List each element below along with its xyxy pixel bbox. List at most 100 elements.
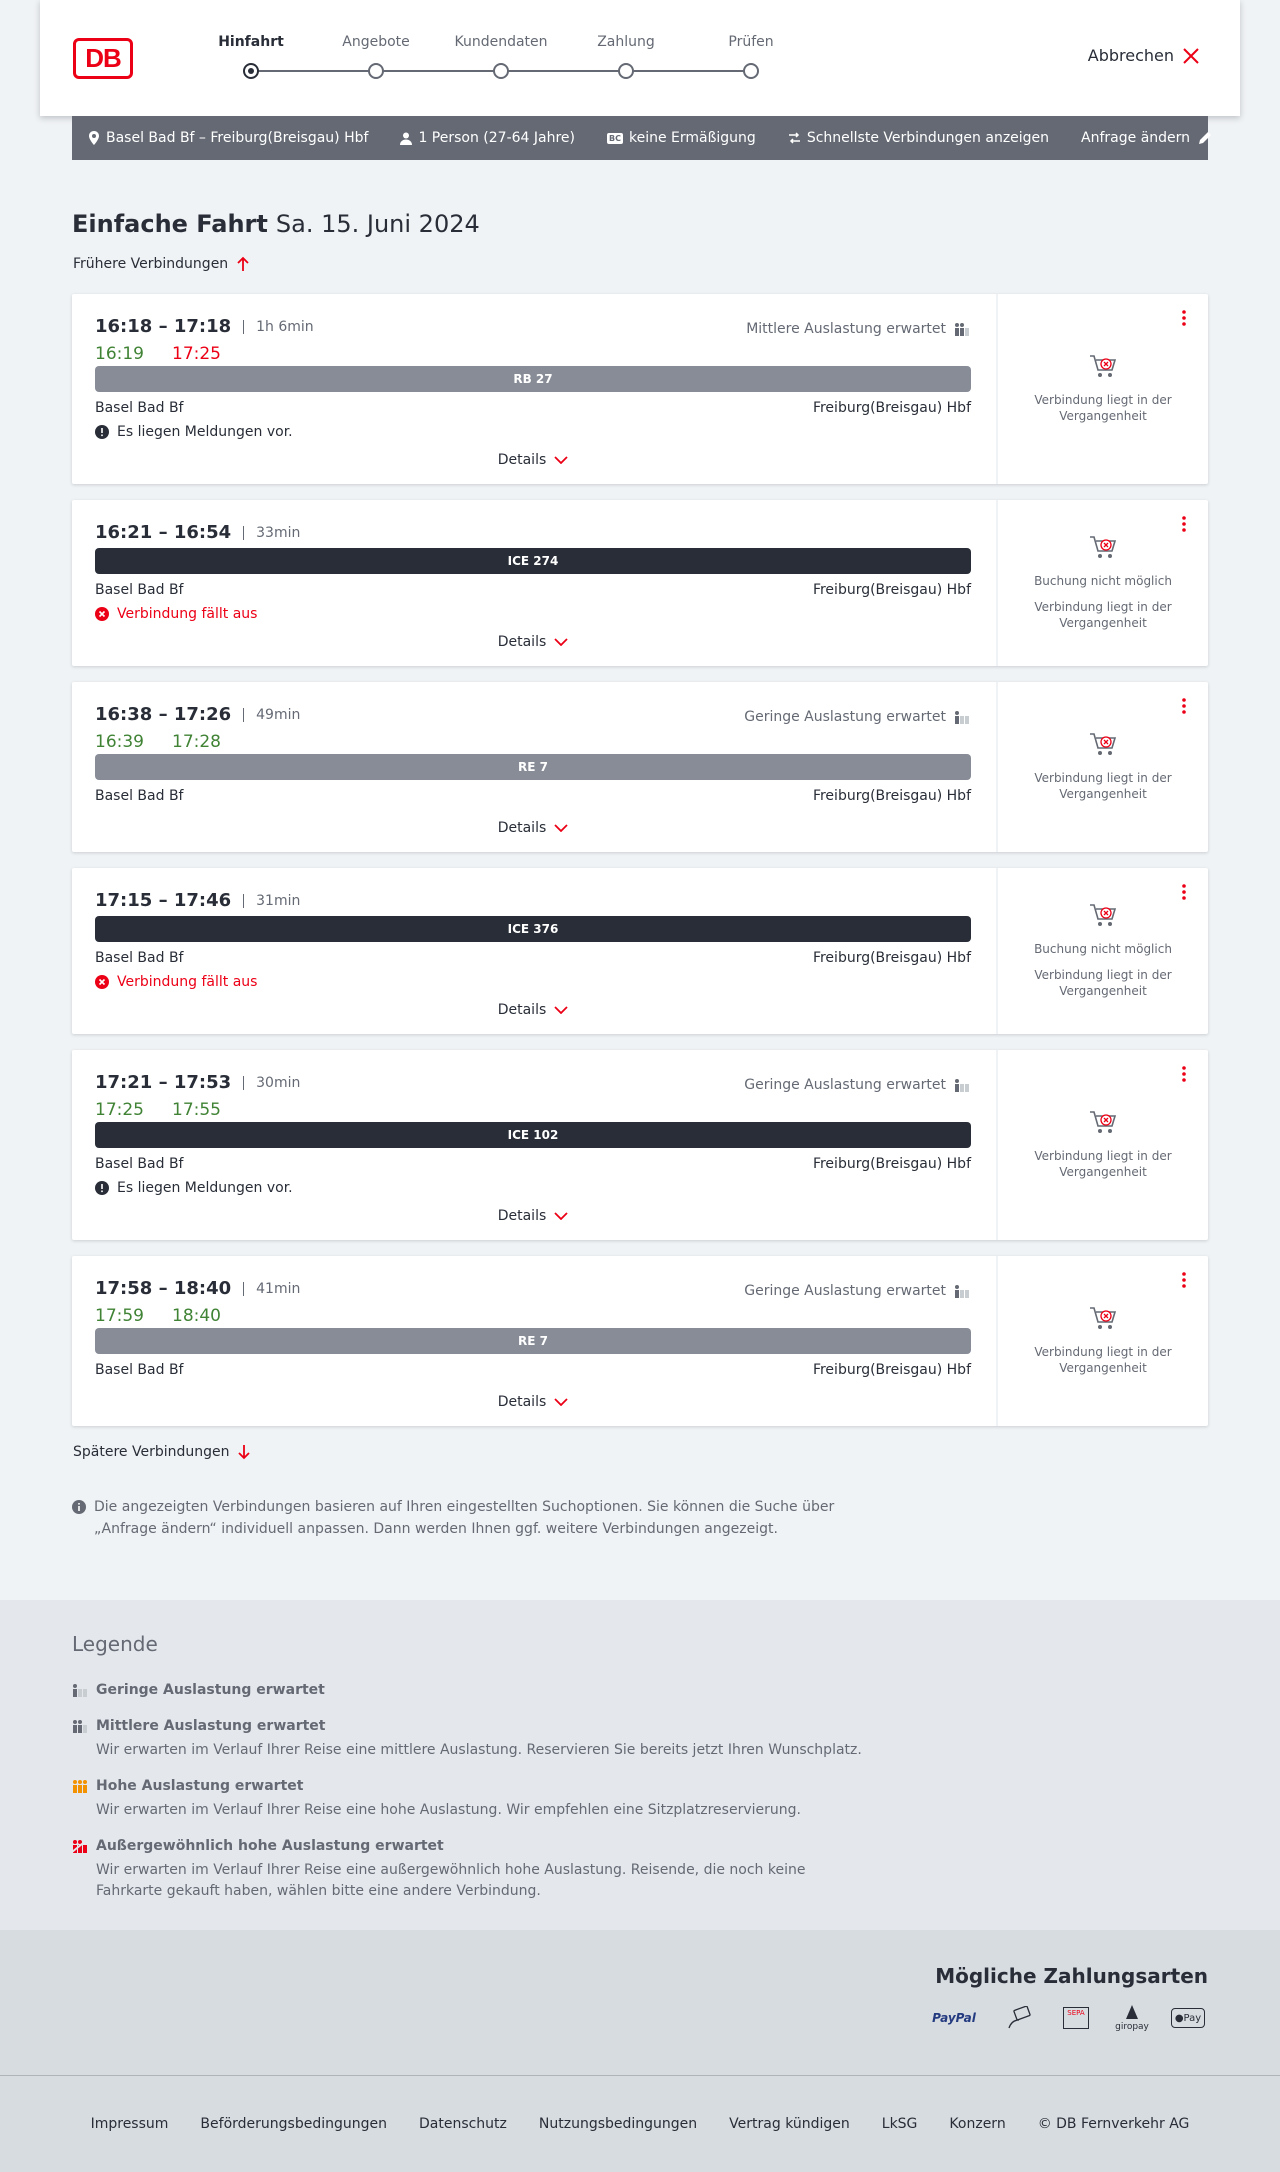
footer-link-lksg[interactable]: LkSG	[882, 2116, 918, 2132]
details-button[interactable]: Details	[72, 452, 994, 468]
chevron-down-icon	[554, 638, 568, 646]
footer-link-vertrag-kuendigen[interactable]: Vertrag kündigen	[729, 2116, 850, 2132]
occupancy: Mittlere Auslastung erwartet	[746, 321, 970, 337]
train-bar[interactable]: ICE 376	[95, 916, 971, 942]
step-dot-angebote	[368, 63, 384, 79]
arrival-station: Freiburg(Breisgau) Hbf	[812, 788, 971, 804]
connection-card[interactable]: 16:38 – 17:26 49min Geringe Auslastung er…	[72, 682, 1208, 852]
cancellation-text: Verbindung fällt aus	[117, 974, 258, 990]
planned-times: 17:58 – 18:40	[95, 1278, 232, 1299]
cart-unavailable-icon	[1090, 355, 1117, 377]
step-zahlung: Zahlung	[597, 34, 655, 50]
details-label: Details	[497, 1208, 547, 1224]
duration: 41min	[243, 1281, 300, 1296]
arrival-station: Freiburg(Breisgau) Hbf	[812, 1156, 971, 1172]
notice-text: Es liegen Meldungen vor.	[117, 424, 293, 440]
connection-main: 16:38 – 17:26 49min Geringe Auslastung er…	[72, 682, 994, 852]
train-bar[interactable]: RE 7	[95, 754, 971, 780]
realtime-departure: 17:25	[95, 1100, 144, 1120]
details-button[interactable]: Details	[72, 820, 994, 836]
legend-item-title: Geringe Auslastung erwartet	[96, 1682, 325, 1698]
connection-times: 16:38 – 17:26 49min	[95, 704, 300, 725]
cancel-button[interactable]: Abbrechen	[1088, 46, 1200, 65]
details-button[interactable]: Details	[72, 1394, 994, 1410]
summary-route: Basel Bad Bf – Freiburg(Breisgau) Hbf	[88, 130, 368, 146]
info-text: Die angezeigten Verbindungen basieren au…	[94, 1499, 835, 1537]
occupancy-high-icon	[73, 1780, 87, 1793]
connection-main: 16:21 – 16:54 33min ICE 274 Basel Bad Bf …	[72, 500, 994, 666]
payment-methods-section: Mögliche Zahlungsarten PayPal SEPA girop…	[0, 1930, 1280, 2076]
train-bar[interactable]: RE 7	[95, 1328, 971, 1354]
change-request-button[interactable]: Anfrage ändern	[1081, 130, 1212, 146]
summary-discount: BC keine Ermäßigung	[607, 130, 756, 146]
legend-title: Legende	[72, 1632, 158, 1656]
change-request-label: Anfrage ändern	[1081, 130, 1191, 146]
connection-card[interactable]: 17:15 – 17:46 31min ICE 376 Basel Bad Bf …	[72, 868, 1208, 1034]
close-icon	[1183, 47, 1199, 64]
route-text: Basel Bad Bf – Freiburg(Breisgau) Hbf	[106, 130, 369, 146]
booking-status: Buchung nicht möglich	[1034, 574, 1172, 588]
chevron-down-icon	[554, 456, 568, 464]
train-bar[interactable]: ICE 102	[95, 1122, 971, 1148]
notice-text: Es liegen Meldungen vor.	[117, 1180, 293, 1196]
arrival-station: Freiburg(Breisgau) Hbf	[812, 400, 971, 416]
footer-link-befoerderungsbedingungen[interactable]: Beförderungsbedingungen	[200, 2116, 387, 2132]
more-options-icon[interactable]	[1174, 882, 1194, 902]
later-label: Spätere Verbindungen	[73, 1444, 230, 1460]
details-button[interactable]: Details	[72, 1208, 994, 1224]
booking-status: Verbindung liegt in der Vergangenheit	[1034, 600, 1172, 630]
copyright: © DB Fernverkehr AG	[1037, 2116, 1190, 2132]
connection-card[interactable]: 16:18 – 17:18 1h 6min Mittlere Auslastung…	[72, 294, 1208, 484]
trip-date: Sa. 15. Juni 2024	[275, 210, 480, 238]
planned-times: 16:38 – 17:26	[95, 704, 232, 725]
passengers-text: 1 Person (27-64 Jahre)	[418, 130, 575, 146]
footer-link-impressum[interactable]: Impressum	[91, 2116, 169, 2132]
booking-panel: Buchung nicht möglich Verbindung liegt i…	[996, 868, 1208, 1034]
later-connections-link[interactable]: Spätere Verbindungen	[73, 1444, 251, 1460]
cancellation-message: Verbindung fällt aus	[95, 606, 257, 622]
arrow-up-icon	[237, 256, 249, 271]
details-button[interactable]: Details	[72, 634, 994, 650]
planned-times: 17:15 – 17:46	[95, 890, 232, 911]
db-logo[interactable]: DB	[73, 38, 133, 79]
summary-option: Schnellste Verbindungen anzeigen	[788, 130, 1049, 146]
earlier-connections-link[interactable]: Frühere Verbindungen	[73, 256, 250, 272]
more-options-icon[interactable]	[1174, 1064, 1194, 1084]
location-pin-icon	[89, 131, 99, 145]
duration: 49min	[243, 707, 300, 722]
legend-item-desc: Wir erwarten im Verlauf Ihrer Reise eine…	[96, 1802, 801, 1818]
train-bar[interactable]: RB 27	[95, 366, 971, 392]
connection-card[interactable]: 17:21 – 17:53 30min Geringe Auslastung er…	[72, 1050, 1208, 1240]
booking-status: Verbindung liegt in der Vergangenheit	[1034, 1149, 1172, 1179]
more-options-icon[interactable]	[1174, 1270, 1194, 1290]
connection-card[interactable]: 17:58 – 18:40 41min Geringe Auslastung er…	[72, 1256, 1208, 1426]
realtime-times: 17:25 17:55	[95, 1100, 221, 1120]
cancel-label: Abbrechen	[1087, 46, 1174, 65]
realtime-arrival: 17:28	[172, 732, 221, 752]
details-button[interactable]: Details	[72, 1002, 994, 1018]
details-label: Details	[497, 452, 547, 468]
more-options-icon[interactable]	[1174, 696, 1194, 716]
footer-link-konzern[interactable]: Konzern	[949, 2116, 1005, 2132]
occupancy-low-icon	[955, 1079, 969, 1092]
realtime-arrival: 17:55	[172, 1100, 221, 1120]
earlier-label: Frühere Verbindungen	[73, 256, 229, 272]
duration: 1h 6min	[243, 319, 314, 334]
footer-link-datenschutz[interactable]: Datenschutz	[419, 2116, 507, 2132]
occupancy: Geringe Auslastung erwartet	[744, 1283, 970, 1299]
booking-panel: Verbindung liegt in der Vergangenheit	[996, 294, 1208, 484]
legend-item: Hohe Auslastung erwartet Wir erwarten im…	[72, 1778, 872, 1821]
occupancy: Geringe Auslastung erwartet	[744, 709, 970, 725]
progress-steps: Hinfahrt Angebote Kundendaten Zahlung Pr…	[181, 34, 781, 84]
notice-message: Es liegen Meldungen vor.	[95, 424, 293, 440]
connection-card[interactable]: 16:21 – 16:54 33min ICE 274 Basel Bad Bf …	[72, 500, 1208, 666]
more-options-icon[interactable]	[1174, 308, 1194, 328]
footer-link-nutzungsbedingungen[interactable]: Nutzungsbedingungen	[539, 2116, 697, 2132]
departure-station: Basel Bad Bf	[95, 788, 184, 804]
credit-card-hand-icon	[1000, 2002, 1040, 2034]
train-bar[interactable]: ICE 274	[95, 548, 971, 574]
duration: 33min	[243, 525, 300, 540]
arrival-station: Freiburg(Breisgau) Hbf	[812, 1362, 971, 1378]
more-options-icon[interactable]	[1174, 514, 1194, 534]
cancel-circle-icon	[95, 607, 109, 621]
